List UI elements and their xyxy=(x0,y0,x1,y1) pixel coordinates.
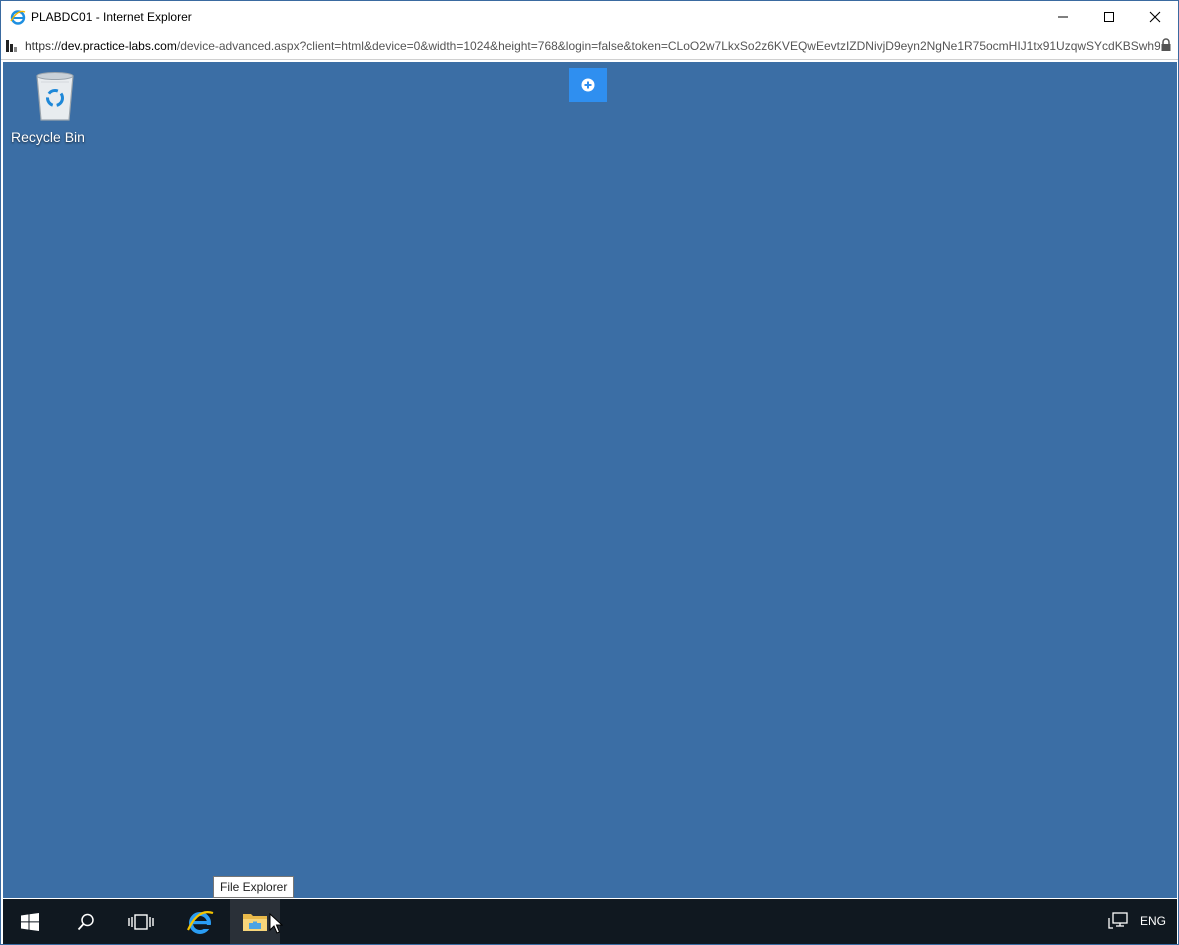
url-protocol: https:// xyxy=(25,38,62,53)
plus-circle-icon xyxy=(581,78,595,92)
mouse-cursor-icon xyxy=(269,913,283,934)
title-bar[interactable]: PLABDC01 - Internet Explorer xyxy=(1,1,1178,32)
search-button[interactable] xyxy=(61,899,111,944)
input-language-indicator[interactable]: ENG xyxy=(1140,914,1166,928)
url-text[interactable]: https://dev.practice-labs.com/device-adv… xyxy=(25,39,1160,53)
internet-explorer-icon xyxy=(186,910,214,934)
start-button[interactable] xyxy=(5,899,55,944)
address-bar[interactable]: https://dev.practice-labs.com/device-adv… xyxy=(1,32,1178,60)
maximize-icon xyxy=(1104,11,1114,22)
site-favicon xyxy=(6,39,17,52)
file-explorer-icon xyxy=(243,913,267,931)
window-title: PLABDC01 - Internet Explorer xyxy=(31,9,192,24)
network-icon[interactable] xyxy=(1108,912,1128,930)
session-menu-button[interactable] xyxy=(569,68,607,102)
desktop-icon-recycle-bin[interactable]: Recycle Bin xyxy=(11,70,85,145)
url-path: /device-advanced.aspx?client=html&device… xyxy=(176,38,1160,53)
search-icon xyxy=(77,913,94,930)
taskbar-internet-explorer[interactable] xyxy=(175,899,225,944)
remote-desktop[interactable]: Recycle Bin File Explorer xyxy=(3,62,1177,898)
lock-icon[interactable] xyxy=(1160,38,1172,52)
taskbar-tooltip: File Explorer xyxy=(213,876,295,898)
taskbar: ENG xyxy=(3,899,1177,944)
task-view-button[interactable] xyxy=(116,899,166,944)
internet-explorer-icon xyxy=(10,9,26,25)
close-button[interactable] xyxy=(1132,1,1178,32)
recycle-bin-label: Recycle Bin xyxy=(11,129,85,145)
maximize-button[interactable] xyxy=(1086,1,1132,32)
minimize-icon xyxy=(1058,16,1068,17)
task-view-icon xyxy=(128,913,154,930)
close-icon xyxy=(1149,11,1161,22)
url-domain: dev.practice-labs.com xyxy=(61,38,177,53)
windows-start-icon xyxy=(21,912,39,931)
minimize-button[interactable] xyxy=(1040,1,1086,32)
browser-window: PLABDC01 - Internet Explorer https://dev… xyxy=(0,0,1179,945)
recycle-bin-icon xyxy=(35,72,74,121)
